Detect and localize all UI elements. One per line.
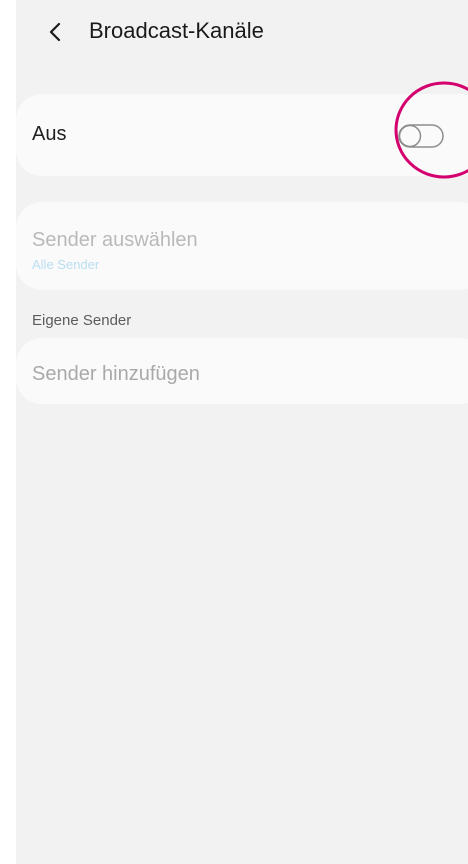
broadcast-channels-screen: Broadcast-Kanäle Aus Sender auswählen Al… <box>16 0 468 864</box>
add-channel-label: Sender hinzufügen <box>32 363 200 385</box>
page-title: Broadcast-Kanäle <box>89 18 264 43</box>
select-channels-label: Sender auswählen <box>32 229 198 251</box>
back-button[interactable] <box>36 12 76 52</box>
master-toggle-switch[interactable] <box>398 123 444 149</box>
chevron-left-icon <box>49 22 61 42</box>
own-channels-section-title: Eigene Sender <box>32 312 132 329</box>
select-channels-summary: Alle Sender <box>32 257 100 272</box>
select-channels-row: Sender auswählen Alle Sender <box>16 202 468 290</box>
add-channel-row: Sender hinzufügen <box>16 338 468 404</box>
app-header: Broadcast-Kanäle <box>16 0 468 64</box>
master-toggle-label: Aus <box>32 123 67 145</box>
